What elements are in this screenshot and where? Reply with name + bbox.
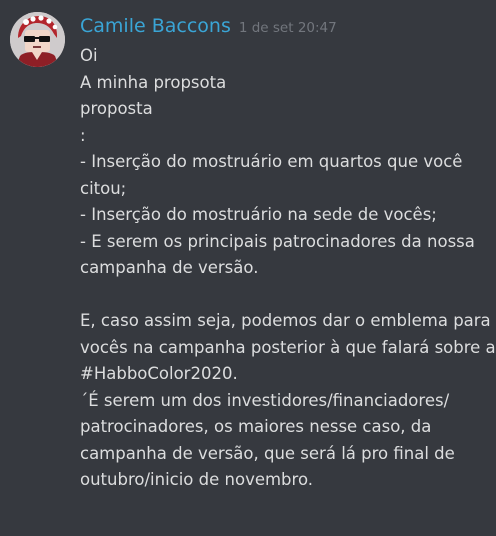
message-line: :	[80, 125, 86, 145]
chat-message: Camile Baccons 1 de set 20:47 Oi A minha…	[0, 0, 496, 536]
message-line: citou;	[80, 178, 127, 198]
message-timestamp: 1 de set 20:47	[238, 20, 337, 36]
message-line: proposta	[80, 99, 153, 118]
author-name[interactable]: Camile Baccons	[80, 12, 231, 40]
message-line: campanha de versão.	[80, 258, 259, 277]
message-line: - Inserção do mostruário na sede de você…	[80, 205, 437, 224]
message-line: E, caso assim seja, podemos dar o emblem…	[80, 311, 491, 330]
user-avatar[interactable]	[10, 12, 65, 67]
message-line: A minha propsota	[80, 72, 227, 92]
message-header: Camile Baccons 1 de set 20:47	[80, 12, 488, 40]
message-line: ´É serem um dos investidores/financiador…	[80, 390, 450, 410]
message-line: vocês na campanha posterior à que falará…	[80, 337, 496, 357]
message-line: #HabboColor2020.	[80, 364, 238, 383]
user-avatar-icon	[10, 12, 65, 67]
message-line: campanha de versão, que será lá pro fina…	[80, 443, 455, 463]
message-line: patrocinadores, os maiores nesse caso, d…	[80, 417, 432, 436]
message-line: Oi	[80, 46, 98, 65]
message-content: Oi A minha propsota proposta : - Inserçã…	[80, 43, 496, 494]
message-line: - Inserção do mostruário em quartos que …	[80, 152, 463, 171]
message-line: outubro/inicio de novembro.	[80, 470, 314, 489]
message-line: - E serem os principais patrocinadores d…	[80, 231, 475, 251]
